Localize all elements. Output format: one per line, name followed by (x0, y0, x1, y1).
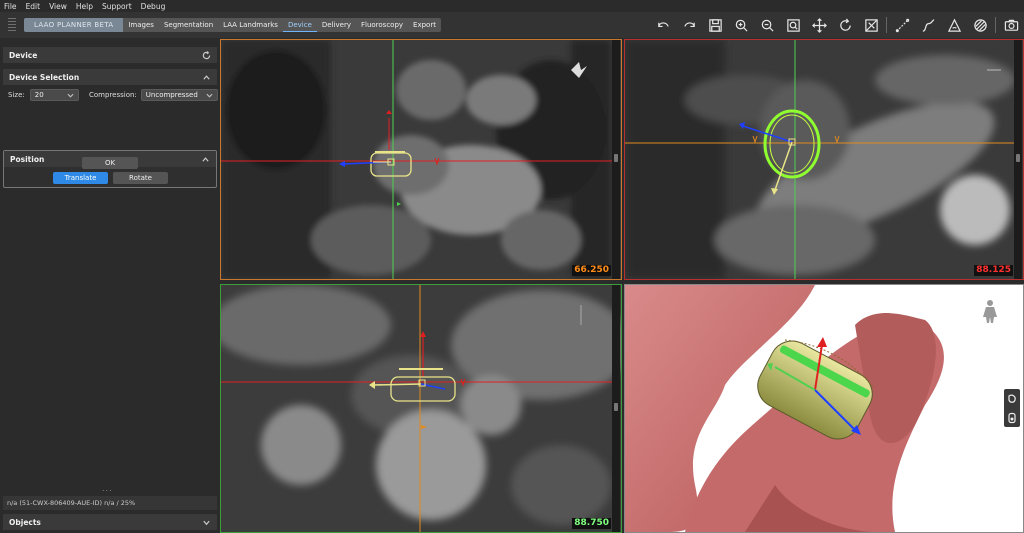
view-tools (653, 15, 1024, 35)
status-text: n/a (51-CWX-806409-AUE-ID) n/a / 25% (3, 496, 217, 510)
sagittal-device-outline[interactable] (390, 376, 456, 402)
axial-orientation-icon (571, 62, 587, 78)
chevron-up-icon[interactable] (201, 155, 210, 164)
size-row: Size: 20 (8, 89, 79, 101)
body-orientation-icon (983, 300, 997, 323)
undo-icon[interactable] (653, 15, 673, 35)
tab-device[interactable]: Device (282, 18, 317, 32)
save-icon[interactable] (705, 15, 725, 35)
menu-edit[interactable]: Edit (26, 2, 41, 11)
coronal-viewport[interactable]: 88.125 (624, 39, 1024, 280)
rotate-icon[interactable] (835, 15, 855, 35)
translate-button[interactable]: Translate (53, 172, 108, 184)
zoom-out-icon[interactable] (757, 15, 777, 35)
menu-debug[interactable]: Debug (141, 2, 166, 11)
tab-delivery[interactable]: Delivery (317, 18, 356, 32)
chevron-down-icon (67, 93, 74, 98)
menu-view[interactable]: View (49, 2, 67, 11)
3d-render (625, 285, 997, 532)
coronal-scrollbar[interactable] (1014, 40, 1022, 279)
sagittal-viewport[interactable]: 88.750 (220, 284, 622, 533)
toolbar-grip[interactable] (8, 18, 16, 32)
device-view-icon[interactable] (1006, 412, 1018, 424)
ruler-icon[interactable] (892, 15, 912, 35)
reset-view-icon[interactable] (861, 15, 881, 35)
sagittal-slice-value: 88.750 (572, 518, 611, 529)
menu-help[interactable]: Help (76, 2, 93, 11)
axial-viewport[interactable]: 66.250 (220, 39, 622, 280)
objects-title: Objects (9, 517, 41, 527)
device-section-header[interactable]: Device (3, 47, 217, 63)
chevron-down-icon (206, 93, 213, 98)
coronal-overlay (625, 40, 1015, 279)
compression-label: Compression: (89, 91, 137, 99)
sagittal-scrollbar[interactable] (612, 285, 620, 532)
tab-export[interactable]: Export (408, 18, 441, 32)
size-label: Size: (8, 91, 25, 99)
objects-header[interactable]: Objects (3, 514, 217, 530)
rotate-button[interactable]: Rotate (113, 172, 168, 184)
tab-images[interactable]: Images (123, 18, 159, 32)
zoom-fit-icon[interactable] (783, 15, 803, 35)
heart-view-icon[interactable] (1006, 393, 1018, 405)
screenshot-icon[interactable] (1001, 15, 1021, 35)
angle-icon[interactable] (944, 15, 964, 35)
device-section-title: Device (9, 50, 38, 60)
chevron-down-icon[interactable] (202, 518, 211, 527)
position-title: Position (10, 154, 45, 164)
splitter-handle[interactable]: ... (102, 484, 113, 493)
left-panel: Device Device Selection Size: 20 Compres… (0, 40, 220, 533)
compression-row: Compression: Uncompressed (89, 89, 218, 101)
refresh-icon[interactable] (202, 50, 211, 60)
tab-fluoroscopy[interactable]: Fluoroscopy (356, 18, 408, 32)
toolbar-separator (995, 17, 996, 33)
size-select[interactable]: 20 (29, 89, 79, 101)
device-selection-header[interactable]: Device Selection (3, 69, 217, 85)
compression-select[interactable]: Uncompressed (140, 89, 218, 101)
toolbar-separator (886, 17, 887, 33)
tab-laa-landmarks[interactable]: LAA Landmarks (218, 18, 283, 32)
tab-segmentation[interactable]: Segmentation (159, 18, 218, 32)
workflow-tabs: LAAO PLANNER BETA Images Segmentation LA… (24, 18, 441, 32)
3d-view-controls (1004, 389, 1020, 427)
coronal-slice-value: 88.125 (974, 265, 1013, 276)
zoom-in-icon[interactable] (731, 15, 751, 35)
menu-support[interactable]: Support (102, 2, 132, 11)
axial-overlay (221, 40, 613, 279)
chevron-up-icon[interactable] (202, 73, 211, 82)
position-group: Position Translate Rotate (3, 150, 217, 188)
sagittal-overlay (221, 285, 613, 532)
redo-icon[interactable] (679, 15, 699, 35)
3d-viewport[interactable] (624, 284, 1024, 533)
toolbar: LAAO PLANNER BETA Images Segmentation LA… (0, 12, 1024, 38)
axial-scrollbar[interactable] (612, 40, 620, 279)
curve-icon[interactable] (918, 15, 938, 35)
pan-icon[interactable] (809, 15, 829, 35)
device-selection-title: Device Selection (9, 72, 80, 82)
compression-value: Uncompressed (145, 91, 198, 99)
size-value: 20 (34, 91, 44, 99)
ok-button[interactable]: OK (82, 157, 138, 169)
opacity-icon[interactable] (970, 15, 990, 35)
app-brand: LAAO PLANNER BETA (24, 18, 124, 32)
menubar: File Edit View Help Support Debug (0, 0, 1024, 12)
menu-file[interactable]: File (4, 2, 17, 11)
axial-slice-value: 66.250 (572, 265, 611, 276)
